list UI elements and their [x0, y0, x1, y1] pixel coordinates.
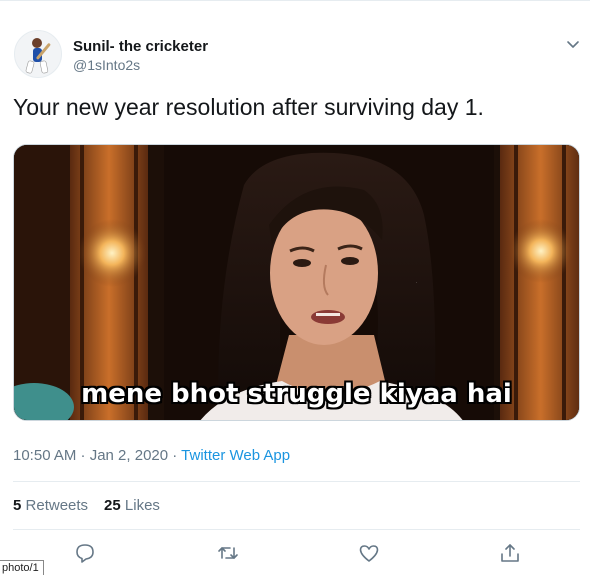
retweets-count: 5 — [13, 497, 22, 514]
likes-stat[interactable]: 25 Likes — [104, 497, 160, 514]
tweet-source-link[interactable]: Twitter Web App — [181, 447, 290, 464]
retweets-stat[interactable]: 5 Retweets — [13, 497, 88, 514]
chevron-down-icon[interactable] — [563, 34, 583, 54]
media-caption: mene bhot struggle kiyaa hai — [81, 379, 512, 409]
avatar[interactable] — [14, 30, 62, 78]
retweet-icon[interactable] — [216, 541, 240, 565]
tweet-card: Sunil- the cricketer @1sInto2s Your new … — [0, 0, 590, 575]
tweet-stats: 5 Retweets 25 Likes — [13, 497, 160, 514]
tweet-text: Your new year resolution after surviving… — [13, 94, 484, 120]
heart-icon[interactable] — [357, 541, 381, 565]
tweet-metadata: 10:50 AM · Jan 2, 2020 · Twitter Web App — [13, 447, 290, 464]
tweet-timestamp[interactable]: 10:50 AM · Jan 2, 2020 — [13, 447, 168, 464]
share-icon[interactable] — [498, 541, 522, 565]
reply-icon[interactable] — [73, 541, 97, 565]
likes-count: 25 — [104, 497, 121, 514]
likes-label: Likes — [124, 497, 160, 514]
author-handle[interactable]: @1sInto2s — [73, 57, 140, 73]
author-name[interactable]: Sunil- the cricketer — [73, 38, 208, 55]
divider — [13, 481, 580, 482]
tweet-media-image[interactable]: · mene bhot struggle kiyaa hai — [13, 144, 580, 421]
media-watermark: · — [416, 280, 418, 285]
divider — [13, 529, 580, 530]
meta-separator: · — [168, 447, 182, 464]
status-bar-url: photo/1 — [0, 560, 44, 575]
retweets-label: Retweets — [25, 497, 89, 514]
